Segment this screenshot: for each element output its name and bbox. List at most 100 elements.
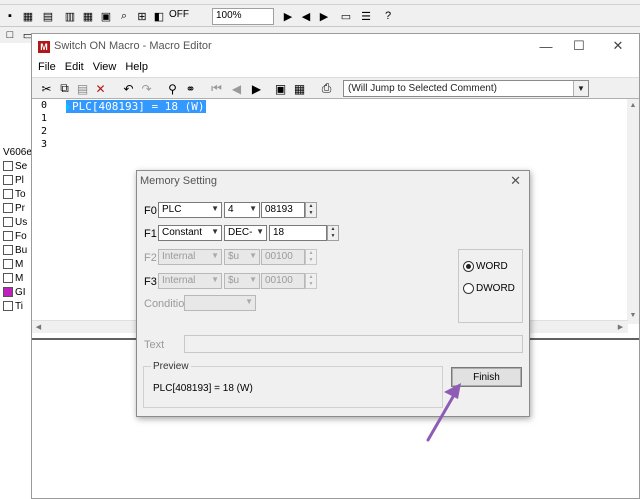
vertical-scrollbar[interactable]: ▲ ▼ (627, 99, 639, 324)
tree-item[interactable]: Ti (3, 299, 33, 313)
spin-down-icon[interactable]: ▼ (306, 257, 316, 264)
grid-icon[interactable]: ▦ (80, 8, 96, 24)
f0-address-input[interactable]: 08193 (261, 202, 305, 218)
spin-down-icon[interactable]: ▼ (306, 281, 316, 288)
f2-address-spinner[interactable]: ▲ ▼ (305, 249, 317, 265)
scroll-left-icon[interactable]: ◀ (32, 321, 45, 333)
redo-icon[interactable]: ↷ (138, 80, 155, 97)
f0-format-select[interactable]: 4 ▼ (224, 202, 260, 218)
compile-icon[interactable]: ▣ (272, 80, 289, 97)
f0-device-select[interactable]: PLC ▼ (158, 202, 222, 218)
tree-root[interactable]: V606e (3, 145, 33, 159)
fast-forward-icon[interactable]: ▶ (280, 8, 296, 24)
f1-value-spinner[interactable]: ▲ ▼ (327, 225, 339, 241)
close-button[interactable]: ✕ (604, 36, 632, 56)
undo-icon[interactable]: ↶ (120, 80, 137, 97)
forward-icon[interactable]: ▶ (316, 8, 332, 24)
tree-item[interactable]: Bu (3, 243, 33, 257)
f0-address-spinner[interactable]: ▲ ▼ (305, 202, 317, 218)
print-icon[interactable]: ⎙ (318, 80, 335, 97)
spin-up-icon[interactable]: ▲ (306, 203, 316, 210)
menu-edit[interactable]: Edit (63, 59, 91, 77)
text-input[interactable] (184, 335, 523, 353)
f3-device-select[interactable]: Internal ▼ (158, 273, 222, 289)
tree-item[interactable]: Fo (3, 229, 33, 243)
spin-down-icon[interactable]: ▼ (328, 233, 338, 240)
selected-code-line[interactable]: PLC[408193] = 18 (W) (66, 100, 207, 113)
copy-icon[interactable]: ⧉ (56, 80, 73, 97)
tree-item[interactable]: M (3, 257, 33, 271)
f2-format-select[interactable]: $u ▼ (224, 249, 260, 265)
condition-select[interactable]: ▼ (184, 295, 256, 311)
sim-icon[interactable]: ▤ (40, 8, 56, 24)
save-icon[interactable]: ▪ (2, 8, 18, 24)
off-icon[interactable]: ◧ (151, 8, 167, 24)
tree-item[interactable]: Us (3, 215, 33, 229)
tree-item[interactable]: M (3, 271, 33, 285)
tree-item[interactable]: Pl (3, 173, 33, 187)
f0-device-value: PLC (162, 204, 182, 215)
previous-icon[interactable]: ◀ (228, 80, 245, 97)
f2-device-select[interactable]: Internal ▼ (158, 249, 222, 265)
macro-editor-title: Switch ON Macro - Macro Editor (54, 40, 212, 52)
word-radio[interactable]: WORD (463, 261, 508, 272)
f1-value-input[interactable]: 18 (269, 225, 327, 241)
f3-format-value: $u (228, 275, 240, 286)
tree-item[interactable]: Pr (3, 201, 33, 215)
chevron-down-icon: ▼ (211, 227, 219, 236)
window-icon[interactable]: ▭ (338, 8, 354, 24)
f2-address-input[interactable]: 00100 (261, 249, 305, 265)
insert-icon[interactable]: ▦ (291, 80, 308, 97)
scroll-down-icon[interactable]: ▼ (627, 309, 639, 321)
first-icon[interactable]: ⏮ (208, 80, 225, 97)
help-icon[interactable]: ? (380, 8, 396, 24)
comment-jump-select[interactable]: (Will Jump to Selected Comment) ▼ (343, 80, 589, 97)
zoom-select[interactable]: 100% (212, 8, 274, 25)
replace-icon[interactable]: ⚭ (182, 80, 199, 97)
f3-address-input[interactable]: 00100 (261, 273, 305, 289)
spin-up-icon[interactable]: ▲ (328, 226, 338, 233)
back-icon[interactable]: ◀ (298, 8, 314, 24)
dialog-close-icon[interactable]: ✕ (510, 173, 521, 189)
scroll-right-icon[interactable]: ▶ (614, 321, 627, 333)
delete-icon[interactable]: ✕ (92, 80, 109, 97)
f1-format-select[interactable]: DEC- ▼ (224, 225, 267, 241)
f1-label: F1 (144, 228, 157, 240)
f3-address-spinner[interactable]: ▲ ▼ (305, 273, 317, 289)
f2-label: F2 (144, 252, 157, 264)
paste-icon[interactable]: ▤ (74, 80, 91, 97)
menu-file[interactable]: File (36, 59, 63, 77)
bitmap-icon[interactable]: ⊞ (134, 8, 150, 24)
tool-icon[interactable]: ▦ (20, 8, 36, 24)
macro-editor-titlebar: M Switch ON Macro - Macro Editor — ☐ ✕ (32, 34, 639, 59)
dword-radio[interactable]: DWORD (463, 283, 515, 294)
preview-text: PLC[408193] = 18 (W) (153, 383, 253, 394)
cut-icon[interactable]: ✂ (38, 80, 55, 97)
tree-item-icon (3, 203, 13, 213)
next-icon[interactable]: ▶ (248, 80, 265, 97)
compile-icon[interactable]: ▥ (62, 8, 78, 24)
tree-item-label: To (15, 188, 26, 200)
f3-format-select[interactable]: $u ▼ (224, 273, 260, 289)
spin-up-icon[interactable]: ▲ (306, 250, 316, 257)
layout-icon[interactable]: ▣ (98, 8, 114, 24)
list-icon[interactable]: ☰ (358, 8, 374, 24)
tree-item[interactable]: Se (3, 159, 33, 173)
tree-item[interactable]: To (3, 187, 33, 201)
menu-help[interactable]: Help (123, 59, 155, 77)
zoom-icon[interactable]: ⌕ (116, 8, 132, 24)
spin-up-icon[interactable]: ▲ (306, 274, 316, 281)
f3-device-value: Internal (162, 275, 196, 286)
off-state-label: OFF (169, 9, 189, 20)
maximize-button[interactable]: ☐ (565, 36, 593, 56)
finish-button[interactable]: Finish (451, 367, 522, 387)
tree-item[interactable]: GI (3, 285, 33, 299)
menu-view[interactable]: View (91, 59, 124, 77)
scroll-up-icon[interactable]: ▲ (627, 99, 639, 111)
spin-down-icon[interactable]: ▼ (306, 210, 316, 217)
new-icon[interactable]: □ (2, 27, 18, 43)
find-icon[interactable]: ⚲ (164, 80, 181, 97)
tree-item-label: M (15, 258, 24, 270)
minimize-button[interactable]: — (532, 36, 560, 56)
f1-device-select[interactable]: Constant ▼ (158, 225, 222, 241)
